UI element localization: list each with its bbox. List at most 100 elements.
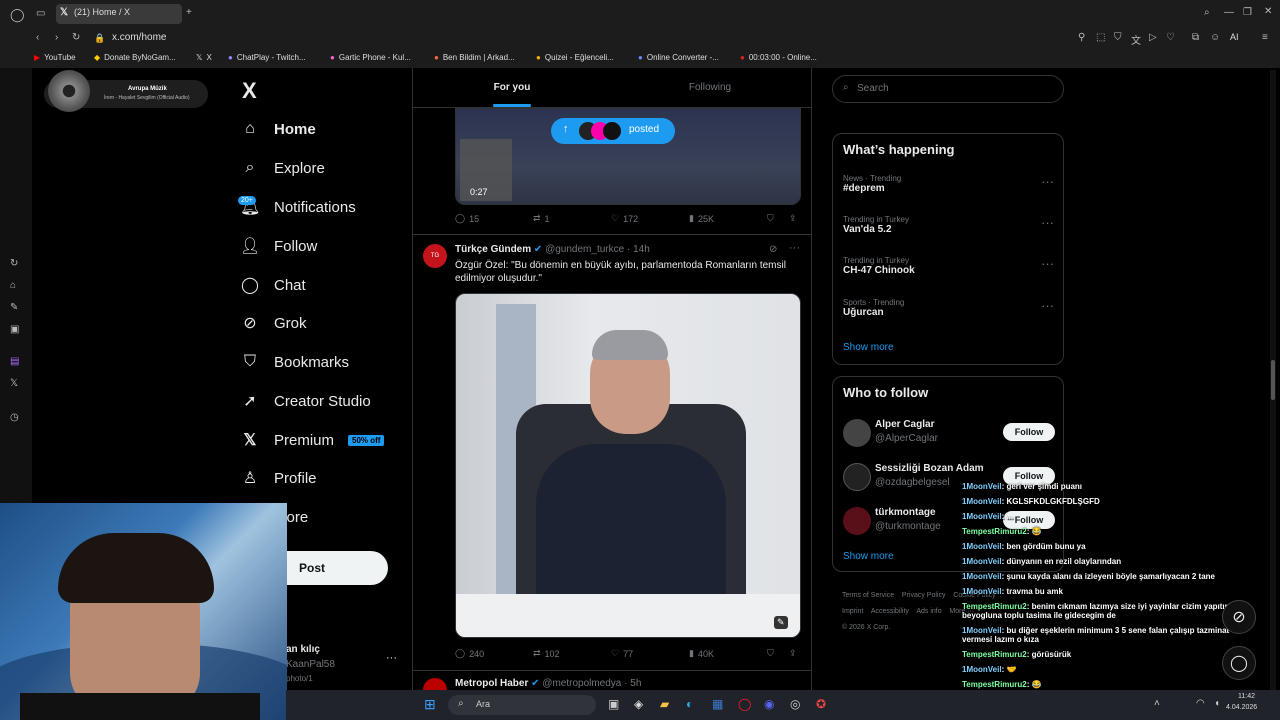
search-input[interactable]: Search [857, 83, 889, 94]
trend-item[interactable]: Trending in Turkey CH-47 Chinook ··· [843, 256, 1055, 276]
like-action[interactable]: ♡ 77 [611, 648, 633, 659]
play-icon[interactable]: ▷ [1149, 32, 1157, 43]
url-input[interactable]: x.com/home [112, 32, 166, 43]
footer-link[interactable]: Accessibility [871, 608, 909, 615]
task-view-icon[interactable]: ▣ [608, 697, 619, 711]
nav-bookmarks[interactable]: ⛉ Bookmarks [240, 347, 410, 377]
trend-item[interactable]: Trending in Turkey Van'da 5.2 ··· [843, 215, 1055, 235]
tab-following[interactable]: Following [611, 68, 809, 108]
windows-start-icon[interactable]: ⊞ [424, 696, 436, 713]
footer-link[interactable]: Ads info [916, 608, 941, 615]
page-scrollbar[interactable] [1270, 70, 1276, 690]
search-tabs-icon[interactable]: ⌕ [1204, 7, 1210, 18]
grok-post-icon[interactable]: ⊘ [769, 244, 777, 255]
bookmark-x[interactable]: 𝕏X [196, 53, 212, 62]
new-tab-icon[interactable]: + [186, 7, 192, 18]
bookmark-converter[interactable]: ● Online Converter -... [638, 53, 719, 62]
taskbar-search-input[interactable]: Ara [476, 699, 490, 709]
discord-icon[interactable]: ◉ [764, 697, 774, 711]
twitch-icon[interactable]: ▤ [10, 356, 19, 367]
snapshot-icon[interactable]: ⬚ [1096, 32, 1105, 43]
post-more-icon[interactable]: ··· [789, 242, 800, 254]
opera-icon[interactable]: ◯ [738, 697, 751, 711]
nav-profile[interactable]: ♙ Profile [240, 463, 410, 493]
grok-float-button[interactable]: ⊘ [1222, 600, 1256, 634]
trend-more-icon[interactable]: ··· [1041, 215, 1054, 230]
clock-date[interactable]: 4.04.2026 [1226, 704, 1257, 711]
nav-creator-studio[interactable]: ➚ Creator Studio [240, 386, 410, 416]
account-more-icon[interactable]: ··· [386, 652, 397, 664]
show-more-trends[interactable]: Show more [843, 342, 894, 353]
views-action[interactable]: ▮ 40K [689, 648, 714, 659]
bookmark-benbildim[interactable]: ● Ben Bildim | Arkad... [434, 53, 515, 62]
pencil-icon[interactable]: ✎ [10, 302, 18, 313]
translate-icon[interactable]: 文 [1131, 32, 1141, 47]
close-icon[interactable]: ✕ [1264, 6, 1272, 17]
trend-item[interactable]: Sports · Trending Uğurcan ··· [843, 298, 1055, 318]
bookmark-action[interactable]: ⛉ [767, 213, 774, 224]
app-icon[interactable]: ✪ [816, 697, 826, 711]
nav-home[interactable]: ⌂ Home [240, 114, 410, 144]
messenger-icon[interactable]: ▣ [10, 324, 19, 335]
opera-logo-icon[interactable]: ◯ [10, 7, 25, 23]
repost-action[interactable]: ⇄ 1 [533, 213, 550, 224]
like-action[interactable]: ♡ 172 [611, 213, 638, 224]
workspaces-icon[interactable]: ▭ [36, 8, 45, 19]
post2-image[interactable]: ✎ [455, 293, 801, 638]
speaker-icon[interactable]: ◖ [1214, 698, 1220, 709]
show-more-follow[interactable]: Show more [843, 551, 894, 562]
post2-handle[interactable]: @gundem_turkce [545, 244, 624, 255]
trend-item[interactable]: News · Trending #deprem ··· [843, 174, 1055, 194]
trend-more-icon[interactable]: ··· [1041, 256, 1054, 271]
bookmark-gartic[interactable]: ● Gartic Phone - Kul... [330, 53, 411, 62]
post3-handle[interactable]: @metropolmedya [542, 678, 621, 689]
edge-icon[interactable]: ◐ [686, 697, 693, 711]
active-tab[interactable]: 𝕏 (21) Home / X [56, 4, 182, 24]
trend-more-icon[interactable]: ··· [1041, 174, 1054, 189]
nav-premium[interactable]: 𝕏 Premium 50% off [240, 425, 410, 455]
clock-time[interactable]: 11:42 [1238, 693, 1255, 700]
extensions-icon[interactable]: ⧉ [1192, 32, 1199, 43]
post2-avatar[interactable]: TG [423, 244, 447, 268]
maximize-icon[interactable]: ❐ [1243, 7, 1252, 18]
new-posts-pill[interactable]: ↑ posted [551, 118, 675, 144]
post2-time[interactable]: 14h [633, 244, 650, 255]
bookmark-chatplay[interactable]: ● ChatPlay - Twitch... [228, 53, 306, 62]
file-explorer-icon[interactable]: ▰ [660, 697, 669, 711]
taskbar-search[interactable]: ⌕ Ara [448, 695, 596, 715]
share-action[interactable]: ⇪ [789, 648, 797, 659]
follow-button[interactable]: Follow [1003, 423, 1055, 441]
x-logo[interactable]: X [242, 78, 257, 104]
image-edit-icon[interactable]: ✎ [774, 616, 788, 629]
tray-chevron-icon[interactable]: ˄ [1154, 698, 1160, 709]
obs-icon[interactable]: ◎ [790, 697, 800, 711]
back-icon[interactable]: ‹ [36, 32, 39, 43]
heart-icon[interactable]: ♡ [1166, 32, 1175, 43]
post2-author[interactable]: Türkçe Gündem [455, 244, 531, 255]
footer-link[interactable]: Imprint [842, 608, 863, 615]
nav-grok[interactable]: ⊘ Grok [240, 308, 410, 338]
search-box[interactable]: ⌕ Search [832, 75, 1064, 103]
history-icon[interactable]: ↻ [10, 258, 18, 269]
flow-icon[interactable]: ⌂ [10, 280, 16, 291]
music-widget[interactable]: Avrupa Müzik İrem - Hayalet Sevgilim (Of… [44, 70, 208, 112]
reply-action[interactable]: ◯ 15 [455, 213, 479, 224]
footer-link[interactable]: Terms of Service [842, 592, 894, 599]
x-side-icon[interactable]: 𝕏 [10, 378, 18, 389]
post3-time[interactable]: 5h [630, 678, 641, 689]
bookmark-quizei[interactable]: ● Quizei - Eğlenceli... [536, 53, 614, 62]
repost-action[interactable]: ⇄ 102 [533, 648, 560, 659]
ai-button[interactable]: AI [1230, 32, 1239, 42]
footer-link[interactable]: Privacy Policy [902, 592, 946, 599]
scrollbar-thumb[interactable] [1271, 360, 1275, 400]
nav-follow[interactable]: 👤︎ Follow [240, 231, 410, 261]
messages-float-button[interactable]: ◯ [1222, 646, 1256, 680]
copilot-icon[interactable]: ◈ [634, 697, 643, 711]
tab-for-you[interactable]: For you [413, 68, 611, 108]
store-icon[interactable]: ▦ [712, 697, 723, 711]
wifi-icon[interactable]: ◠ [1196, 698, 1205, 709]
reply-action[interactable]: ◯ 240 [455, 648, 484, 659]
forward-icon[interactable]: › [55, 32, 58, 43]
minimize-icon[interactable]: — [1224, 7, 1234, 18]
trend-more-icon[interactable]: ··· [1041, 298, 1054, 313]
